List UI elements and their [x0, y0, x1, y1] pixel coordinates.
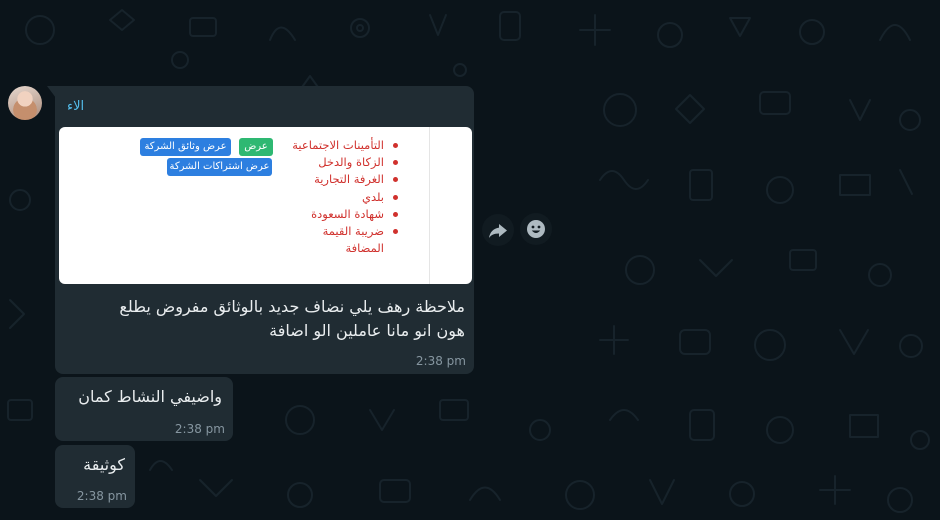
list-item: التأمينات الاجتماعية	[292, 137, 398, 154]
forward-button[interactable]	[482, 214, 514, 246]
company-subscriptions-button: عرض اشتراكات الشركة	[167, 158, 272, 176]
list-item: شهادة السعودة	[292, 206, 398, 223]
message-bubble[interactable]: الاء التأمينات الاجتماعية الزكاة والدخل …	[55, 86, 474, 374]
message-time: 2:38 pm	[174, 422, 225, 436]
message-time: 2:38 pm	[415, 354, 466, 368]
view-button: عرض	[239, 138, 273, 156]
message-time: 2:38 pm	[76, 489, 127, 503]
attachment-divider	[429, 127, 430, 284]
bullet-icon	[393, 160, 398, 166]
message-text: كوثيقة	[83, 455, 125, 474]
bullet-icon	[393, 229, 398, 235]
list-item: الغرفة التجارية	[292, 171, 398, 188]
bullet-icon	[393, 211, 398, 217]
documents-list: التأمينات الاجتماعية الزكاة والدخل الغرف…	[292, 137, 398, 257]
sender-avatar[interactable]	[8, 86, 42, 120]
image-attachment[interactable]: التأمينات الاجتماعية الزكاة والدخل الغرف…	[59, 127, 472, 284]
list-item: بلدي	[292, 189, 398, 206]
message-bubble[interactable]: كوثيقة 2:38 pm	[55, 445, 135, 508]
company-documents-button: عرض وثائق الشركة	[140, 138, 231, 156]
list-item: ضريبة القيمة	[292, 223, 398, 240]
message-line: هون انو مانا عاملين الو اضافة	[269, 321, 465, 340]
bullet-icon	[393, 194, 398, 200]
emoji-reaction-button[interactable]	[520, 213, 552, 245]
sender-name[interactable]: الاء	[67, 99, 84, 114]
list-item: الزكاة والدخل	[292, 154, 398, 171]
emoji-icon	[527, 220, 545, 238]
forward-icon	[489, 224, 507, 238]
bullet-icon	[393, 177, 398, 183]
message-text: ملاحظة رهف يلي نضاف جديد بالوثائق مفروض …	[65, 295, 465, 343]
list-item-continuation: المضافة	[345, 241, 385, 256]
message-text: واضيفي النشاط كمان	[78, 387, 222, 406]
message-bubble[interactable]: واضيفي النشاط كمان 2:38 pm	[55, 377, 233, 441]
bullet-icon	[393, 143, 398, 148]
message-line: ملاحظة رهف يلي نضاف جديد بالوثائق مفروض …	[119, 297, 465, 316]
